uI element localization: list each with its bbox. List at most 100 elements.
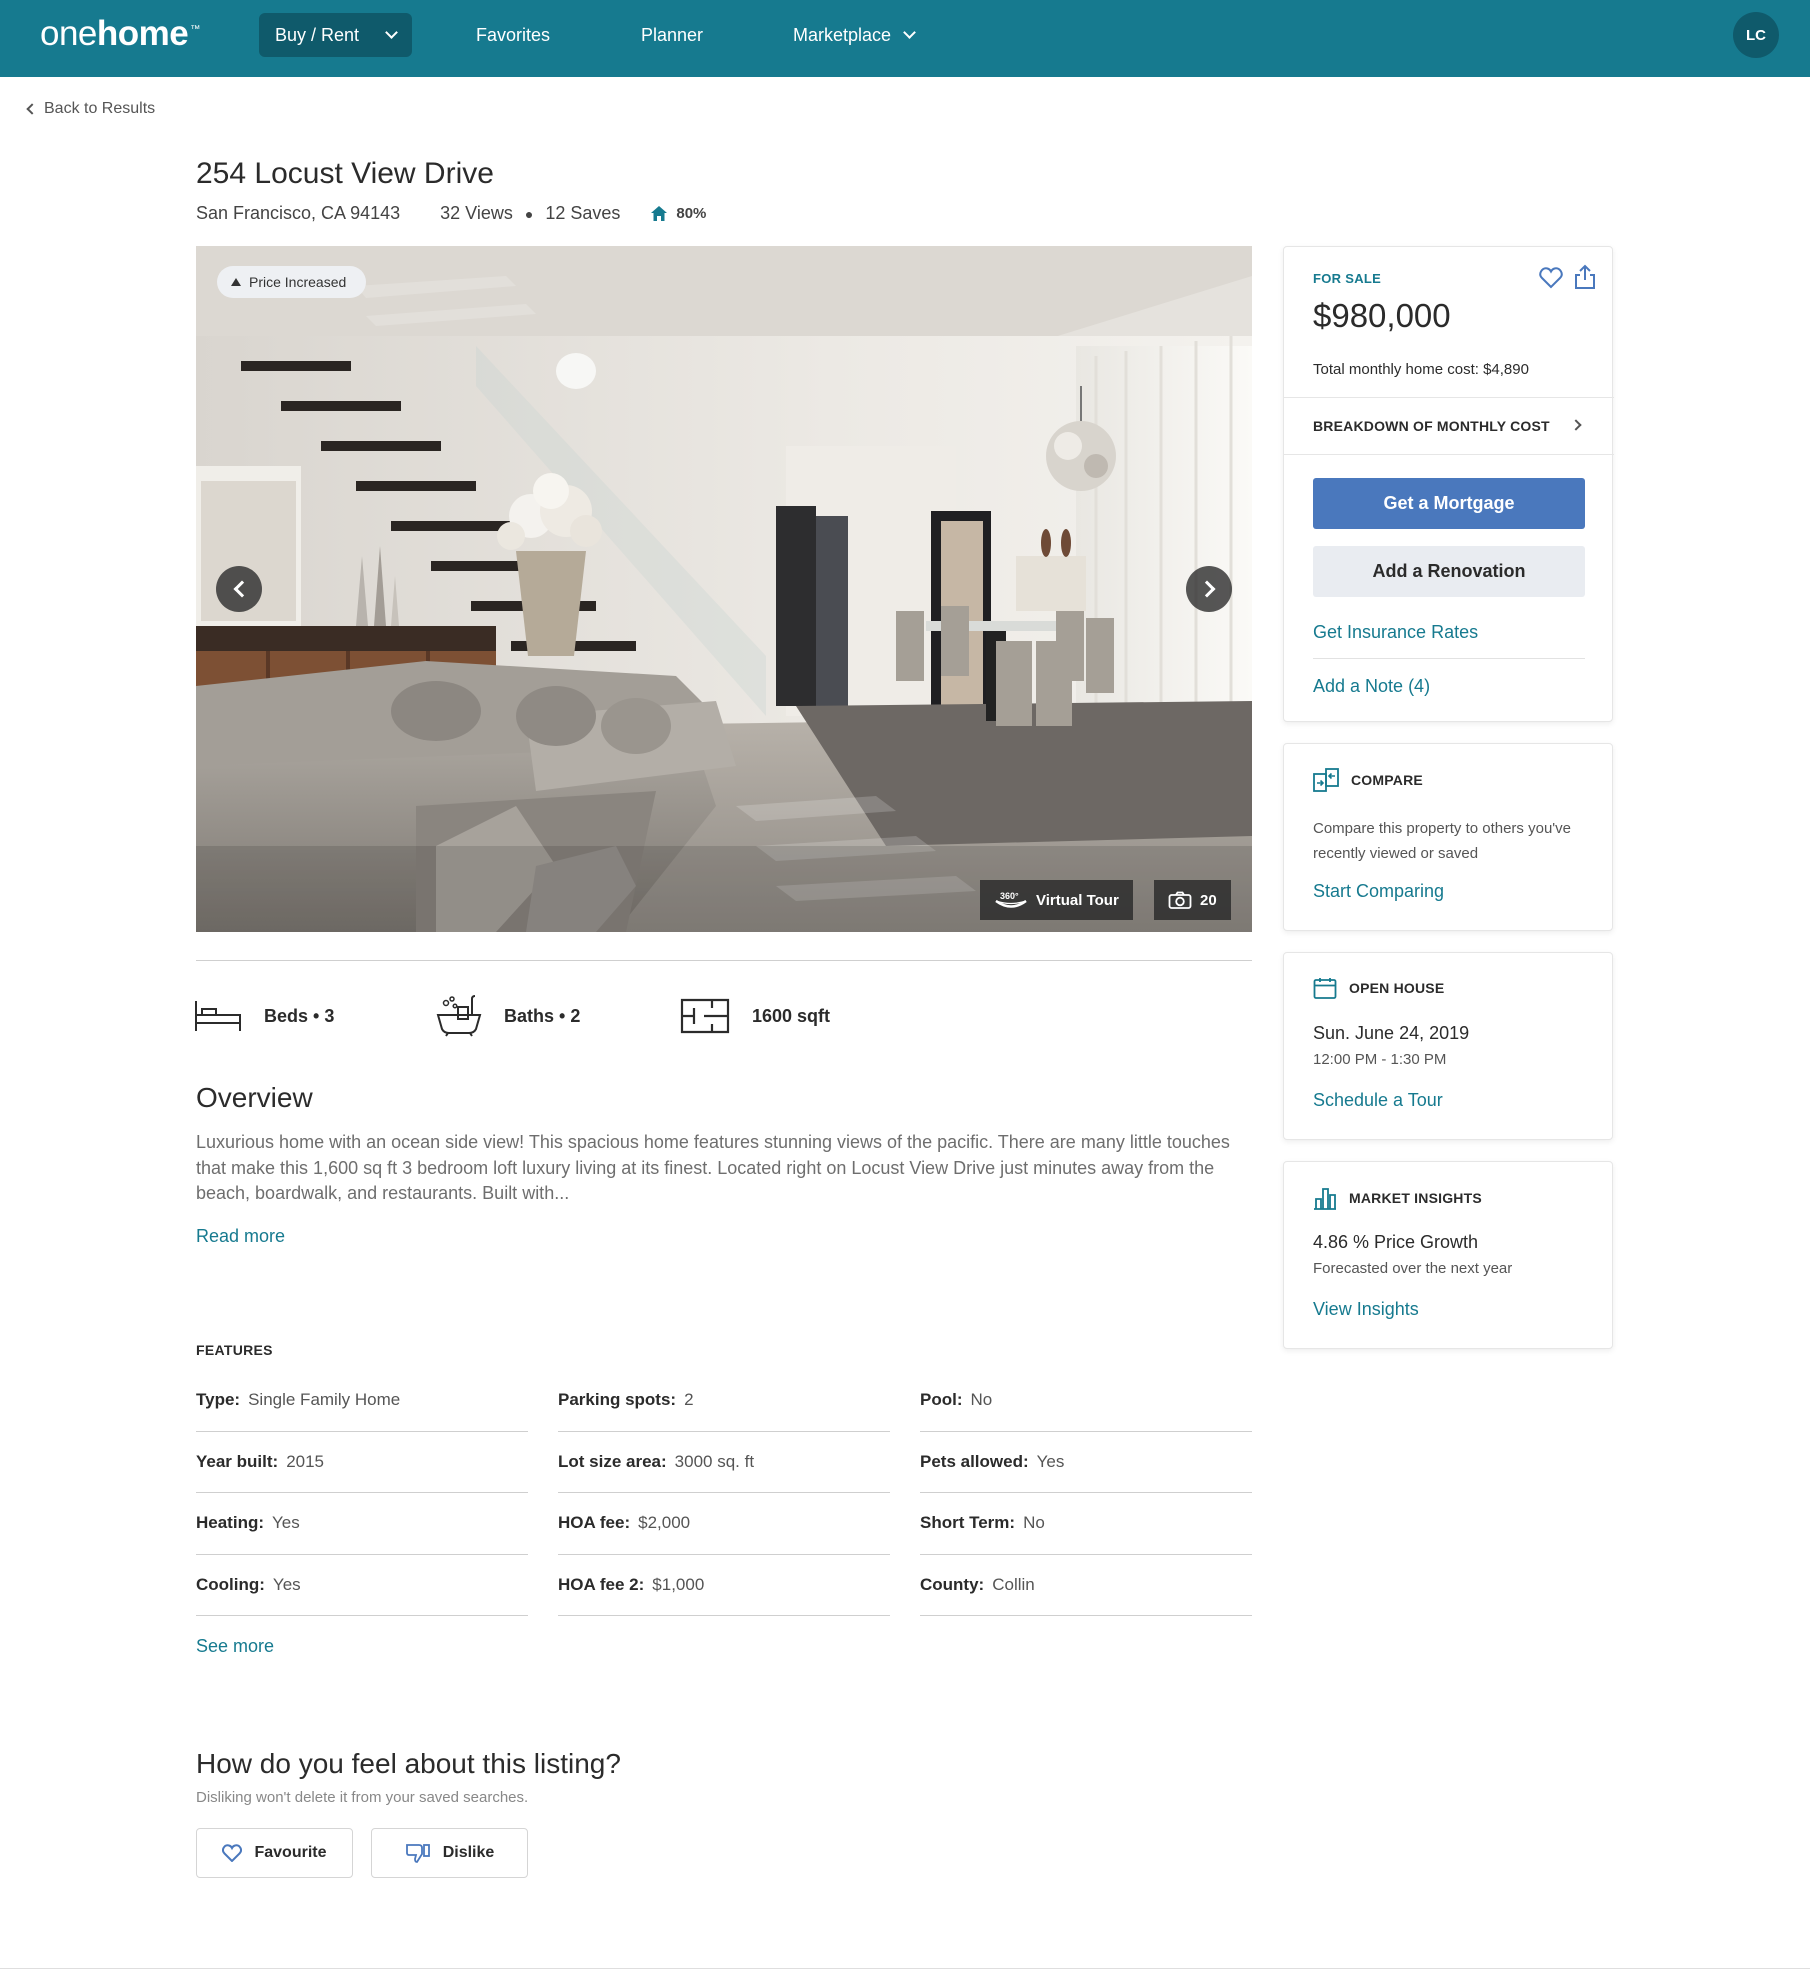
stat-beds: Beds • 3 (194, 996, 334, 1036)
home-match-value: 80% (676, 205, 707, 222)
feeling-heading: How do you feel about this listing? (196, 1748, 621, 1779)
feature-cooling: Cooling: Yes (196, 1555, 528, 1616)
sale-status: FOR SALE (1313, 271, 1382, 286)
stat-sqft: 1600 sqft (680, 996, 830, 1036)
feature-value: Yes (272, 1513, 300, 1533)
nav-marketplace-dropdown[interactable]: Marketplace (793, 13, 916, 57)
nav-planner[interactable]: Planner (641, 13, 703, 57)
read-more-link[interactable]: Read more (196, 1226, 285, 1247)
stats-divider (196, 960, 1252, 961)
back-to-results-link[interactable]: Back to Results (26, 100, 156, 118)
feature-value: 2015 (286, 1451, 325, 1471)
price-growth: 4.86 % Price Growth (1313, 1232, 1479, 1252)
feature-value: No (1023, 1513, 1045, 1533)
overview-heading: Overview (196, 1082, 313, 1113)
compare-description: Compare this property to others you've r… (1313, 820, 1571, 862)
nav-buy-rent-dropdown[interactable]: Buy / Rent (259, 13, 412, 57)
calendar-icon (1313, 978, 1337, 999)
favourite-button[interactable]: Favourite (196, 1828, 353, 1878)
listing-views: 32 Views (440, 203, 513, 223)
feature-lot-size: Lot size area: 3000 sq. ft (558, 1432, 890, 1493)
open-house-time: 12:00 PM - 1:30 PM (1313, 1051, 1447, 1068)
user-avatar[interactable]: LC (1733, 12, 1779, 58)
feature-value: Collin (992, 1574, 1035, 1594)
top-nav: one home ™ Buy / Rent Favorites Planner … (0, 0, 1810, 77)
features-heading: FEATURES (196, 1342, 273, 1358)
feature-value: Yes (1036, 1451, 1065, 1471)
compare-title: COMPARE (1351, 772, 1423, 788)
back-label: Back to Results (44, 100, 156, 117)
floorplan-icon (680, 998, 730, 1034)
listing-price: $980,000 (1313, 297, 1451, 334)
listing-title: 254 Locust View Drive (196, 157, 494, 190)
svg-text:360°: 360° (1000, 891, 1019, 901)
logo-trademark: ™ (190, 24, 200, 35)
virtual-tour-label: Virtual Tour (1036, 891, 1119, 909)
photo-count-button[interactable]: 20 (1154, 880, 1231, 920)
schedule-tour-link[interactable]: Schedule a Tour (1313, 1090, 1443, 1111)
feature-label: Lot size area: (558, 1451, 667, 1471)
bed-icon (195, 1001, 241, 1031)
listing-subline: San Francisco, CA 94143 32 Views ● 12 Sa… (196, 203, 706, 224)
monthly-cost: Total monthly home cost: $4,890 (1313, 361, 1529, 378)
feature-value: No (970, 1390, 993, 1410)
see-more-link[interactable]: See more (196, 1636, 274, 1657)
photo-prev-button[interactable] (216, 566, 262, 612)
share-icon[interactable] (1574, 264, 1596, 290)
price-increased-label: Price Increased (249, 274, 347, 290)
360-icon: 360° (995, 891, 1027, 908)
dislike-button[interactable]: Dislike (371, 1828, 528, 1878)
virtual-tour-button[interactable]: 360° Virtual Tour (980, 880, 1133, 920)
living-room-photo (196, 246, 1252, 932)
insurance-rates-link[interactable]: Get Insurance Rates (1313, 622, 1478, 643)
nav-favorites[interactable]: Favorites (476, 13, 550, 57)
market-insights-card: MARKET INSIGHTS 4.86 % Price Growth Fore… (1283, 1161, 1613, 1349)
thumbs-down-icon (405, 1844, 430, 1863)
breakdown-monthly-cost-link[interactable]: BREAKDOWN OF MONTHLY COST (1313, 418, 1550, 434)
separator-dot: ● (524, 205, 534, 222)
feature-heating: Heating: Yes (196, 1493, 528, 1555)
get-mortgage-button[interactable]: Get a Mortgage (1313, 478, 1585, 529)
feature-pool: Pool: No (920, 1370, 1252, 1432)
feature-label: Cooling: (196, 1574, 265, 1594)
baths-label: Baths • 2 (504, 1005, 581, 1026)
beds-label: Beds • 3 (264, 1005, 335, 1026)
feature-parking: Parking spots: 2 (558, 1370, 890, 1432)
onehome-logo[interactable]: one home ™ (40, 14, 200, 58)
feature-label: Pool: (920, 1390, 963, 1410)
stat-baths: Baths • 2 (436, 995, 581, 1037)
feature-label: HOA fee 2: (558, 1574, 645, 1594)
feature-hoa-fee-2: HOA fee 2: $1,000 (558, 1555, 890, 1616)
feature-value: Yes (272, 1574, 301, 1594)
chevron-left-icon (26, 103, 38, 115)
feature-label: Parking spots: (558, 1390, 677, 1410)
logo-text-one: one (40, 14, 97, 53)
feature-label: Year built: (196, 1451, 279, 1471)
feeling-subtext: Disliking won't delete it from your save… (196, 1789, 529, 1806)
feature-short-term: Short Term: No (920, 1493, 1252, 1555)
nav-buy-rent-label: Buy / Rent (275, 24, 360, 45)
compare-header: COMPARE (1313, 768, 1423, 792)
feature-value: $1,000 (652, 1574, 705, 1594)
photo-next-button[interactable] (1186, 566, 1232, 612)
listing-photo-carousel[interactable]: Price Increased 360° Virtual Tour 20 (196, 246, 1252, 932)
heart-icon (222, 1844, 243, 1862)
bathtub-icon (436, 995, 482, 1037)
price-card: FOR SALE $980,000 Total monthly home cos… (1283, 246, 1614, 722)
triangle-up-icon (231, 278, 241, 286)
view-insights-link[interactable]: View Insights (1313, 1299, 1419, 1320)
open-house-date: Sun. June 24, 2019 (1313, 1023, 1470, 1043)
add-renovation-button[interactable]: Add a Renovation (1313, 546, 1585, 597)
open-house-title: OPEN HOUSE (1349, 980, 1445, 996)
dislike-label: Dislike (442, 1844, 495, 1861)
heart-icon[interactable] (1539, 267, 1563, 289)
add-note-link[interactable]: Add a Note (4) (1313, 676, 1430, 697)
chevron-right-icon (1198, 580, 1215, 598)
start-comparing-link[interactable]: Start Comparing (1313, 881, 1444, 902)
feature-pets: Pets allowed: Yes (920, 1432, 1252, 1493)
open-house-header: OPEN HOUSE (1313, 977, 1444, 999)
home-match: 80% (650, 205, 706, 222)
card-divider (1284, 397, 1614, 398)
market-insights-header: MARKET INSIGHTS (1313, 1186, 1482, 1210)
feature-label: Short Term: (920, 1513, 1016, 1533)
